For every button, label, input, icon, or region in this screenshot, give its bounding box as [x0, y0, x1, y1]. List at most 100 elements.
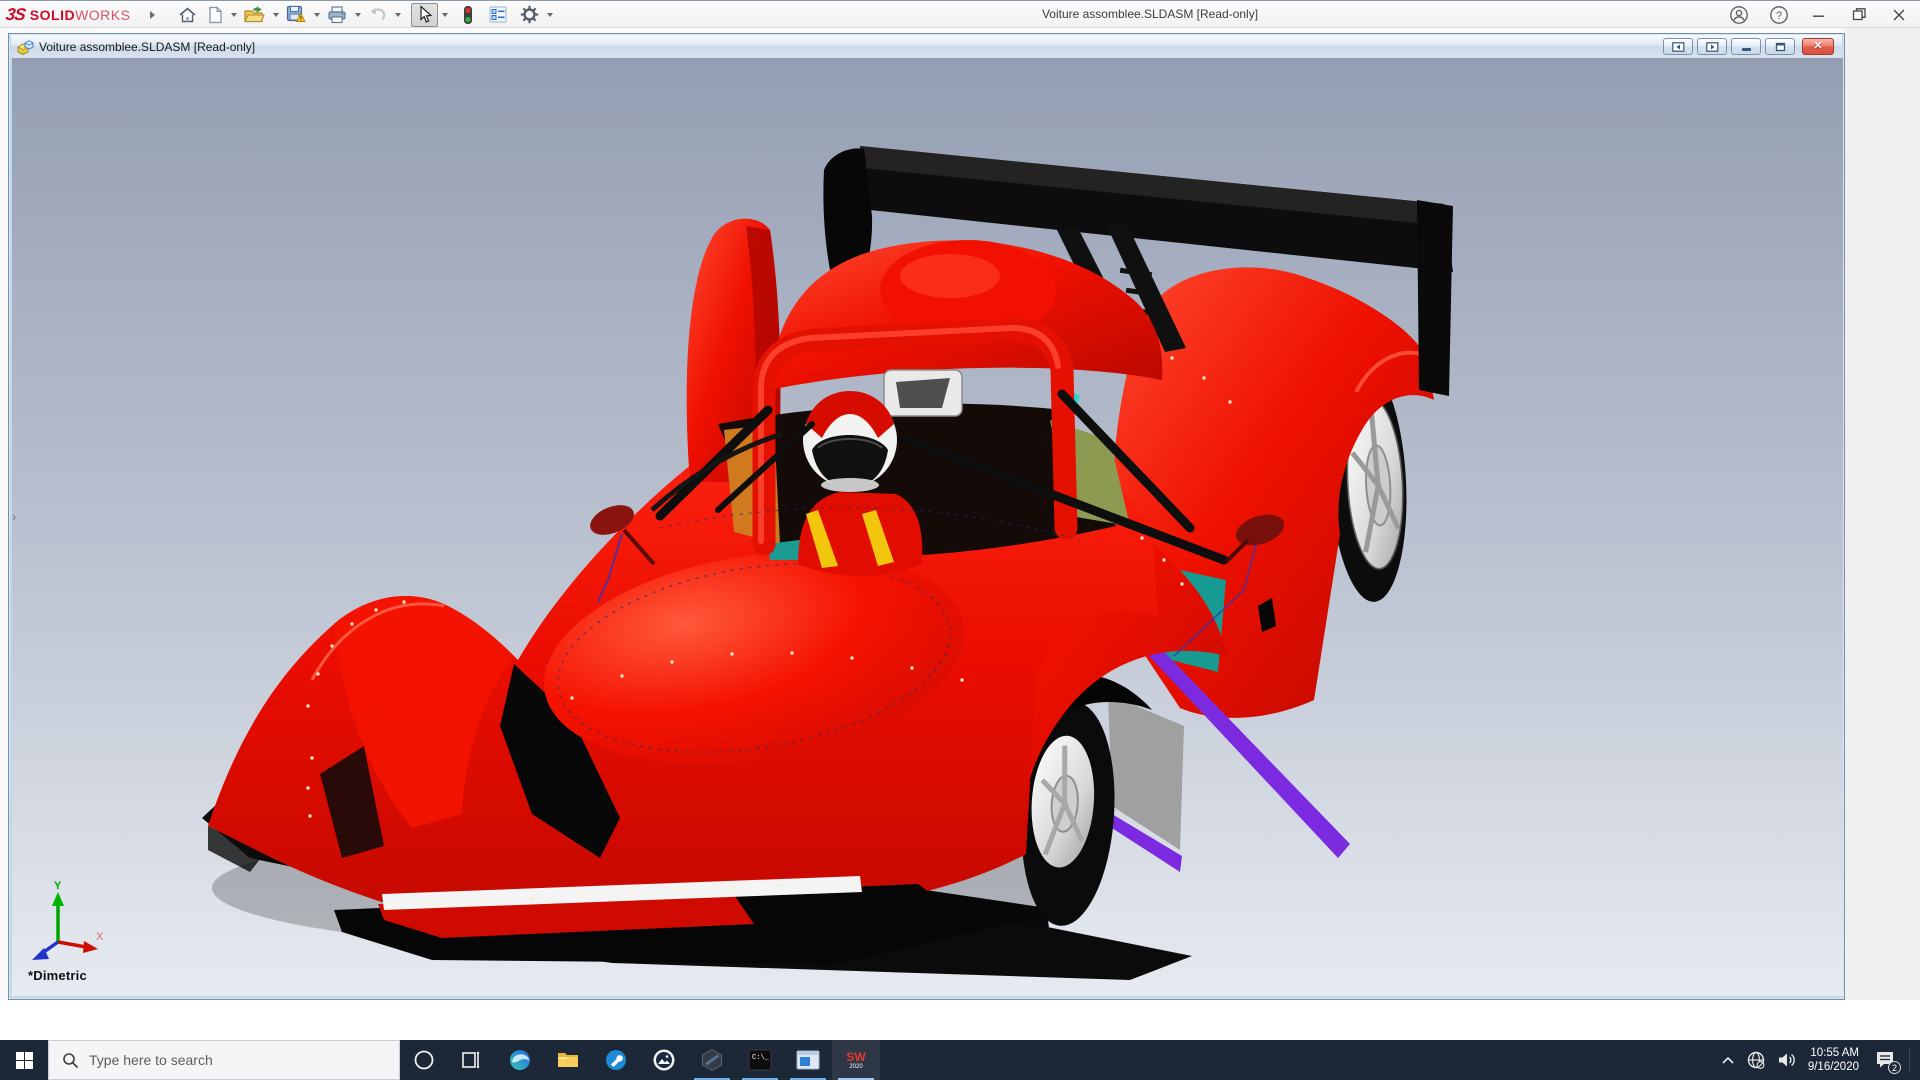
taskbar-item-window-app[interactable]	[784, 1040, 832, 1080]
taskbar-item-photos[interactable]	[640, 1040, 688, 1080]
window-app-icon	[796, 1050, 820, 1070]
pane-right-icon	[1705, 41, 1718, 52]
assembly-icon	[17, 39, 34, 55]
document-restore-button[interactable]	[1765, 38, 1795, 55]
hexagon-app-icon	[702, 1048, 722, 1072]
app-titlebar: 3S SOLID WORKS Voiture assomblee.SLDASM …	[0, 0, 1920, 28]
featuremanager-expand-icon[interactable]: ›	[12, 510, 16, 523]
taskbar-item-hexagon-app[interactable]	[688, 1040, 736, 1080]
options-button[interactable]	[516, 3, 543, 27]
logo-text-bold: SOLID	[29, 6, 76, 23]
undo-dropdown[interactable]	[395, 13, 402, 17]
open-button[interactable]	[240, 3, 269, 27]
logo-mark: 3S	[4, 4, 27, 24]
taskbar-item-command-prompt[interactable]: C:\_	[736, 1040, 784, 1080]
print-dropdown[interactable]	[355, 13, 362, 17]
taskbar-item-cortana[interactable]	[400, 1040, 448, 1080]
menu-flyout-arrow-icon[interactable]	[150, 10, 156, 19]
pane-collapse-left-button[interactable]	[1663, 38, 1693, 55]
taskbar-item-task-view[interactable]	[448, 1040, 496, 1080]
close-button[interactable]	[1886, 4, 1912, 26]
orientation-triad: Y X	[32, 880, 104, 960]
taskbar-item-edge[interactable]	[496, 1040, 544, 1080]
options-dropdown[interactable]	[547, 13, 554, 17]
cortana-icon	[414, 1050, 434, 1070]
solidworks-logo[interactable]: 3S SOLID WORKS	[4, 4, 130, 25]
photos-icon	[653, 1049, 675, 1071]
new-document-icon	[209, 5, 223, 23]
taskbar: Type here to search C:\_ SW 2020 10:55 A…	[0, 1040, 1920, 1080]
mdi-right-margin	[1845, 28, 1920, 1040]
volume-icon	[1778, 1053, 1795, 1067]
svg-text:?: ?	[1776, 10, 1782, 22]
select-cursor-icon	[420, 5, 433, 23]
app-window-title: Voiture assomblee.SLDASM [Read-only]	[1041, 7, 1259, 21]
show-desktop-divider[interactable]	[1909, 1047, 1910, 1073]
mdi-bottom-margin	[0, 1000, 1920, 1040]
minimize-glyph	[1741, 48, 1751, 51]
restore-icon	[1852, 8, 1866, 21]
open-dropdown[interactable]	[273, 13, 280, 17]
new-document-dropdown[interactable]	[231, 13, 238, 17]
axis-x-label: X	[96, 931, 104, 943]
minimize-icon	[1813, 15, 1824, 17]
document-minimize-button[interactable]	[1731, 38, 1761, 55]
home-button[interactable]	[174, 3, 201, 27]
account-button[interactable]	[1726, 4, 1752, 26]
close-glyph: ✕	[1813, 40, 1823, 52]
document-close-button[interactable]: ✕	[1802, 38, 1834, 55]
undo-button[interactable]	[364, 3, 391, 27]
taskbar-search-input[interactable]: Type here to search	[48, 1040, 400, 1080]
gear-icon	[521, 5, 539, 24]
help-button[interactable]: ?	[1766, 4, 1792, 26]
display-report-button[interactable]	[485, 3, 511, 27]
restore-glyph-icon	[1775, 42, 1785, 51]
pane-collapse-right-button[interactable]	[1697, 38, 1727, 55]
solidworks-taskbar-icon: SW 2020	[846, 1049, 866, 1070]
search-placeholder: Type here to search	[89, 1052, 213, 1068]
tray-volume-button[interactable]	[1777, 1051, 1797, 1069]
traffic-light-icon	[464, 5, 473, 24]
tray-notifications-button[interactable]: 2	[1874, 1050, 1901, 1074]
tray-chevron-button[interactable]	[1721, 1055, 1735, 1065]
start-button[interactable]	[0, 1040, 48, 1080]
car-3d-model[interactable]	[12, 58, 1843, 996]
taskbar-item-file-explorer[interactable]	[544, 1040, 592, 1080]
tray-network-button[interactable]	[1746, 1050, 1766, 1070]
undo-icon	[371, 8, 386, 21]
search-icon	[63, 1052, 79, 1068]
save-icon	[287, 5, 307, 22]
tray-time: 10:55 AM	[1810, 1047, 1859, 1059]
new-document-button[interactable]	[203, 3, 227, 27]
wrench-tool-icon	[606, 1050, 626, 1070]
display-report-icon	[489, 6, 507, 23]
axis-y-label: Y	[54, 880, 62, 892]
taskbar-item-settings-tool[interactable]	[592, 1040, 640, 1080]
tray-date: 9/16/2020	[1807, 1061, 1859, 1073]
tray-clock[interactable]: 10:55 AM 9/16/2020	[1808, 1046, 1859, 1074]
graphics-viewport[interactable]: Y X *Dimetric ›	[12, 58, 1843, 996]
save-button[interactable]	[282, 3, 310, 27]
traffic-light-button[interactable]	[458, 3, 478, 27]
minimize-button[interactable]	[1806, 4, 1832, 26]
pane-left-icon	[1671, 41, 1684, 52]
view-orientation-label: *Dimetric	[28, 968, 87, 983]
command-prompt-icon: C:\_	[748, 1049, 772, 1071]
select-tool-dropdown[interactable]	[442, 13, 449, 17]
edge-icon	[510, 1050, 530, 1070]
select-tool-button[interactable]	[411, 2, 439, 27]
restore-button[interactable]	[1846, 4, 1872, 26]
document-titlebar[interactable]: Voiture assomblee.SLDASM [Read-only] ✕	[11, 35, 1842, 58]
help-icon: ?	[1770, 5, 1788, 24]
svg-text:C:\_: C:\_	[752, 1054, 770, 1062]
print-button[interactable]	[323, 3, 351, 27]
task-view-icon	[462, 1051, 480, 1069]
chevron-up-icon	[1722, 1056, 1734, 1064]
taskbar-item-solidworks[interactable]: SW 2020	[832, 1040, 880, 1080]
close-icon	[1893, 9, 1905, 20]
network-globe-icon	[1747, 1051, 1765, 1069]
wing-endplate-right	[1417, 200, 1453, 396]
save-dropdown[interactable]	[314, 13, 321, 17]
account-icon	[1730, 5, 1748, 24]
print-icon	[328, 5, 347, 23]
